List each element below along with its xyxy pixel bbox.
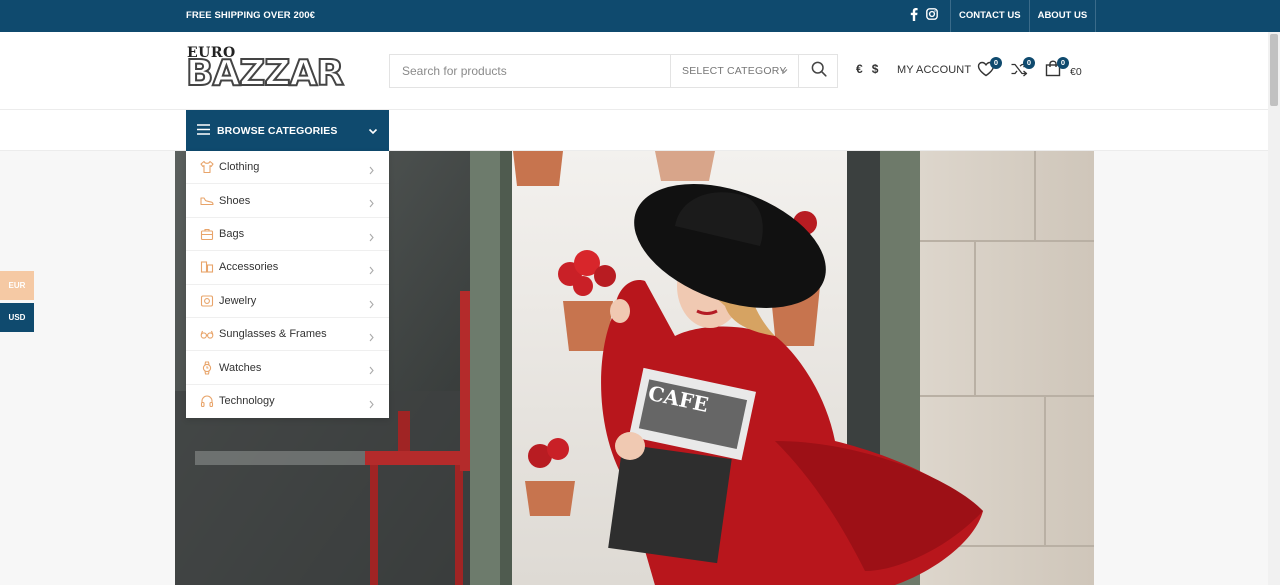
chevron-right-icon [368,195,375,213]
top-bar: FREE SHIPPING OVER 200€ CONTACT US ABOUT… [0,0,1280,32]
chevron-down-icon [780,55,788,88]
chevron-right-icon [368,229,375,247]
category-label: Shoes [219,194,251,207]
category-label: Sunglasses & Frames [219,328,327,341]
currency-selector: € $ [856,62,878,76]
currency-tab-usd[interactable]: USD [0,303,34,332]
category-item-technology[interactable]: Technology [186,385,389,418]
category-item-clothing[interactable]: Clothing [186,151,389,185]
header: EURO BAZZAR SELECT CATEGORY € $ MY ACCOU… [0,32,1268,110]
browse-categories-label: BROWSE CATEGORIES [217,124,338,137]
logo-main-text: BAZZAR [185,52,345,95]
category-label: Accessories [219,261,279,274]
accessories-icon [200,260,214,274]
category-label: Watches [219,361,262,374]
category-label: Jewelry [219,294,257,307]
cart-button[interactable]: 0 [1042,57,1069,82]
chevron-right-icon [368,329,375,347]
search-form: SELECT CATEGORY [389,54,838,88]
wishlist-button[interactable]: 0 [975,57,1002,82]
category-item-watches[interactable]: Watches [186,351,389,385]
top-links: CONTACT US ABOUT US [950,0,1097,32]
category-menu: Clothing Shoes Bags Accessories Jewelry [186,151,389,418]
page-scrollbar[interactable] [1268,32,1280,585]
my-account-link[interactable]: MY ACCOUNT [897,64,971,76]
scrollbar-thumb[interactable] [1270,34,1278,106]
wishlist-count-badge: 0 [990,57,1002,69]
about-us-link[interactable]: ABOUT US [1030,0,1097,32]
shoe-icon [200,194,214,208]
clothing-icon [200,160,214,174]
headphones-icon [200,394,214,408]
chevron-right-icon [368,396,375,414]
social-links [910,8,938,26]
category-item-shoes[interactable]: Shoes [186,184,389,218]
category-item-jewelry[interactable]: Jewelry [186,285,389,318]
navigation-bar: BROWSE CATEGORIES [0,110,1268,151]
currency-eur[interactable]: € [856,62,863,76]
sunglasses-icon [200,327,214,341]
category-item-bags[interactable]: Bags [186,218,389,252]
facebook-icon[interactable] [910,8,918,26]
watch-icon [200,360,214,375]
site-logo[interactable]: EURO BAZZAR [185,45,376,95]
search-button[interactable] [798,55,838,87]
compare-count-badge: 0 [1023,57,1035,69]
chevron-right-icon [368,162,375,180]
hamburger-icon [197,122,210,140]
category-label: Technology [219,395,275,408]
chevron-right-icon [368,262,375,280]
cart-total[interactable]: €0 [1070,66,1082,78]
category-item-accessories[interactable]: Accessories [186,251,389,285]
category-select-label: SELECT CATEGORY [682,65,787,77]
search-input[interactable] [390,55,670,87]
cart-count-badge: 0 [1057,57,1069,69]
search-icon [811,61,827,82]
compare-button[interactable]: 0 [1008,57,1035,82]
bag-icon [200,227,214,241]
category-item-sunglasses[interactable]: Sunglasses & Frames [186,318,389,352]
category-label: Clothing [219,161,260,174]
chevron-right-icon [368,362,375,380]
free-shipping-text: FREE SHIPPING OVER 200€ [186,10,316,21]
chevron-right-icon [368,296,375,314]
currency-usd[interactable]: $ [872,62,879,76]
contact-us-link[interactable]: CONTACT US [951,0,1030,32]
jewelry-icon [200,294,214,308]
instagram-icon[interactable] [926,8,938,26]
chevron-down-icon [368,123,378,141]
browse-categories-button[interactable]: BROWSE CATEGORIES [186,110,389,151]
currency-tab-eur[interactable]: EUR [0,271,34,300]
category-label: Bags [219,227,245,240]
category-select[interactable]: SELECT CATEGORY [670,55,798,87]
